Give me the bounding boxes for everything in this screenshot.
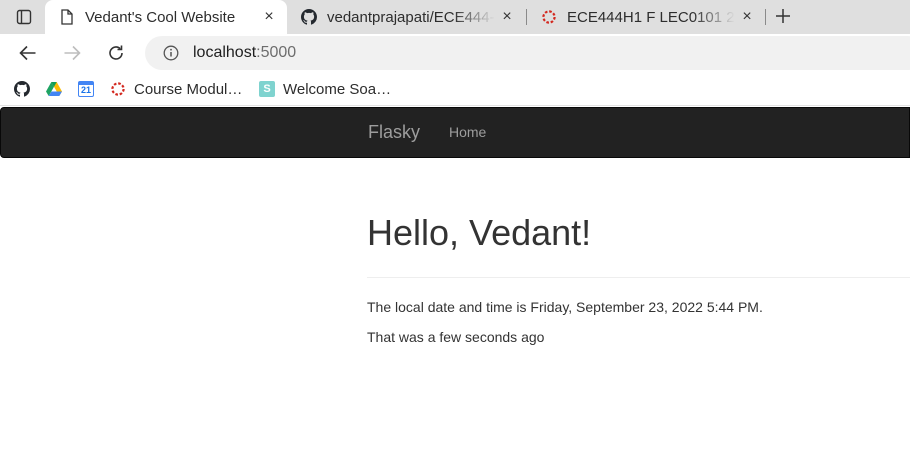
bookmarks-bar: 21 Course Modul… S Welcome Soa… bbox=[0, 72, 910, 106]
tab-vedants-cool-website[interactable]: Vedant's Cool Website × bbox=[45, 0, 287, 34]
soa-icon: S bbox=[259, 81, 275, 97]
bookmark-google-calendar[interactable]: 21 bbox=[78, 79, 102, 99]
bookmark-label: Course Modul… bbox=[134, 80, 243, 98]
url-host: localhost bbox=[193, 44, 257, 61]
browser-tab-strip: Vedant's Cool Website × vedantprajapati/… bbox=[0, 0, 910, 34]
relative-time-text: That was a few seconds ago bbox=[367, 329, 545, 345]
reload-icon[interactable] bbox=[103, 41, 129, 65]
bookmark-google-drive[interactable] bbox=[46, 79, 70, 99]
page-heading: Hello, Vedant! bbox=[367, 212, 592, 253]
site-info-icon[interactable] bbox=[162, 44, 180, 62]
quercus-icon bbox=[541, 9, 557, 25]
calendar-day-badge: 21 bbox=[80, 85, 91, 95]
tab-github-repo[interactable]: vedantprajapati/ECE444- × bbox=[287, 2, 525, 32]
tab-quercus-course[interactable]: ECE444H1 F LEC0101 202 × bbox=[527, 2, 765, 32]
tab-title: ECE444H1 F LEC0101 202 bbox=[567, 8, 735, 26]
browser-toolbar: localhost:5000 bbox=[0, 34, 910, 72]
back-arrow-icon[interactable] bbox=[15, 41, 41, 65]
tab-title: Vedant's Cool Website bbox=[85, 8, 236, 26]
github-icon bbox=[14, 81, 30, 97]
url-text: localhost:5000 bbox=[193, 44, 296, 62]
bookmark-github[interactable] bbox=[14, 79, 38, 99]
heading-divider bbox=[367, 277, 910, 278]
navbar-brand-link[interactable]: Flasky bbox=[368, 122, 420, 143]
close-icon[interactable]: × bbox=[735, 8, 759, 26]
bookmark-course-modules[interactable]: Course Modul… bbox=[110, 79, 242, 99]
url-port: :5000 bbox=[256, 44, 297, 61]
tab-separator bbox=[765, 9, 766, 25]
google-calendar-icon: 21 bbox=[78, 81, 94, 97]
bookmark-label: Welcome Soa… bbox=[283, 80, 392, 98]
close-icon[interactable]: × bbox=[257, 8, 281, 26]
new-tab-plus-icon[interactable] bbox=[770, 3, 796, 29]
close-icon[interactable]: × bbox=[495, 8, 519, 26]
address-bar[interactable]: localhost:5000 bbox=[145, 36, 910, 70]
document-icon bbox=[59, 9, 75, 25]
bookmark-welcome-soa[interactable]: S Welcome Soa… bbox=[259, 79, 391, 99]
tab-title: vedantprajapati/ECE444- bbox=[327, 8, 495, 26]
tab-actions-icon[interactable] bbox=[8, 5, 40, 29]
site-navbar: Flasky Home bbox=[0, 107, 910, 158]
local-datetime-text: The local date and time is Friday, Septe… bbox=[367, 299, 763, 315]
google-drive-icon bbox=[46, 81, 62, 97]
forward-arrow-icon[interactable] bbox=[59, 41, 85, 65]
github-icon bbox=[301, 9, 317, 25]
quercus-icon bbox=[110, 81, 126, 97]
nav-link-home[interactable]: Home bbox=[449, 124, 486, 140]
soa-badge: S bbox=[263, 83, 271, 95]
